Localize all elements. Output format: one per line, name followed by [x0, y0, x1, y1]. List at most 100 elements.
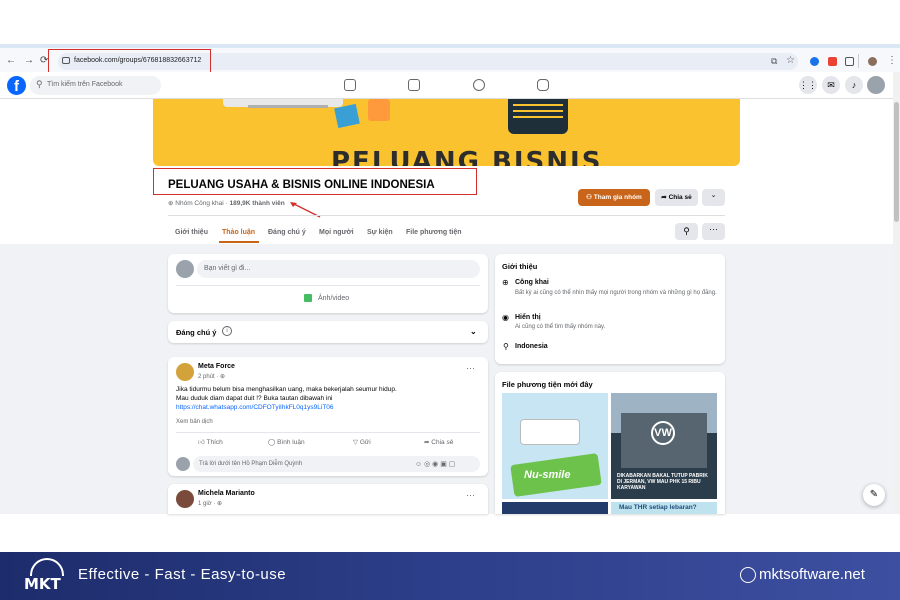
tab-discussion[interactable]: Thảo luận: [222, 229, 255, 236]
laptop-base: [248, 105, 328, 108]
composer-input[interactable]: Bạn viết gì đi...: [197, 260, 480, 278]
join-group-label: Tham gia nhóm: [593, 194, 642, 201]
browser-toolbar: ← → ⟳ facebook.com/groups/67681883266371…: [0, 44, 900, 74]
media-thumbnail-2[interactable]: VW DIKABARKAN BAKAL TUTUP PABRIK DI JERM…: [611, 393, 717, 499]
post-more-icon[interactable]: ···: [466, 363, 475, 373]
search-icon: ⚲: [683, 226, 690, 236]
group-name[interactable]: PELUANG USAHA & BISNIS ONLINE INDONESIA: [168, 179, 435, 191]
location-pin-icon: ⚲: [503, 342, 509, 351]
post-author-name[interactable]: Meta Force: [198, 363, 235, 370]
extension-icon-2[interactable]: [828, 57, 837, 66]
media-thumbnail-3[interactable]: [502, 502, 608, 514]
search-input[interactable]: Tìm kiếm trên Facebook: [47, 81, 122, 88]
send-icon: ▽: [353, 439, 360, 446]
composer-divider: [176, 285, 480, 286]
group-more-button[interactable]: ⌄: [702, 189, 725, 206]
tab-people[interactable]: Mọi người: [319, 229, 354, 236]
extension-icon[interactable]: [810, 57, 819, 66]
mkt-logo: MKT: [24, 558, 70, 594]
post-time[interactable]: 2 phút · ⊕: [198, 373, 225, 380]
about-location[interactable]: Indonesia: [515, 343, 548, 350]
search-box[interactable]: ⚲ Tìm kiếm trên Facebook: [30, 76, 161, 95]
post-author-avatar-2[interactable]: [176, 490, 194, 508]
chevron-down-icon[interactable]: ⌄: [470, 327, 477, 336]
comment-icon: ◯: [268, 439, 278, 446]
bookmark-star-icon[interactable]: ☆: [786, 55, 795, 66]
notifications-bell-icon[interactable]: ♪: [845, 76, 863, 94]
marketplace-icon[interactable]: [408, 79, 420, 91]
tab-featured[interactable]: Đáng chú ý: [268, 229, 306, 236]
footer-tagline: Effective - Fast - Easy-to-use: [78, 566, 287, 583]
featured-label: Đáng chú ý: [176, 328, 217, 337]
active-tab-indicator: [219, 241, 259, 243]
group-members-count[interactable]: 189,9K thành viên: [229, 200, 284, 207]
groups-icon[interactable]: [473, 79, 485, 91]
gaming-icon[interactable]: [537, 79, 549, 91]
group-meta: ⊕ Nhóm Công khai · 189,9K thành viên: [168, 199, 285, 207]
info-icon[interactable]: i: [222, 326, 232, 336]
messenger-icon[interactable]: ✉: [822, 76, 840, 94]
media-thumbnail-4[interactable]: Mau THR setiap lebaran?: [611, 502, 717, 514]
comment-label: Bình luận: [277, 439, 305, 446]
composer-placeholder: Bạn viết gì đi...: [204, 265, 251, 272]
reply-placeholder: Trả lời dưới tên Hồ Phạm Diễm Quỳnh: [199, 461, 303, 467]
send-label: Gửi: [359, 439, 371, 446]
comment-button[interactable]: ◯ Bình luận: [268, 438, 305, 446]
tab-media[interactable]: File phương tiện: [406, 229, 462, 236]
media-card: File phương tiện mới đây Nu-smile VW DIK…: [495, 372, 725, 514]
photo-video-button[interactable]: Ảnh/video: [318, 295, 349, 302]
mkt-logo-arc: [30, 558, 64, 576]
post-author-name-2[interactable]: Michela Marianto: [198, 490, 255, 497]
tab-about[interactable]: Giới thiệu: [175, 229, 208, 236]
media-title: File phương tiện mới đây: [502, 380, 593, 389]
about-visible-desc: Ai cũng có thể tìm thấy nhóm này.: [515, 324, 606, 330]
home-icon[interactable]: [344, 79, 356, 91]
see-translation-link[interactable]: Xem bản dịch: [176, 419, 213, 425]
search-icon: ⚲: [36, 79, 43, 89]
profile-icon[interactable]: [868, 57, 877, 66]
about-visible-title: Hiển thị: [515, 314, 541, 321]
globe-icon: [740, 567, 756, 583]
post-time-2[interactable]: 1 giờ · ⊕: [198, 500, 222, 507]
account-avatar[interactable]: [867, 76, 885, 94]
new-message-icon[interactable]: ✎: [863, 484, 885, 506]
forward-icon[interactable]: →: [24, 55, 34, 66]
post-more-icon-2[interactable]: ···: [466, 490, 475, 500]
brand-footer: MKT Effective - Fast - Easy-to-use mktso…: [0, 552, 900, 600]
facebook-header: f ⚲ Tìm kiếm trên Facebook ⋮⋮ ✉ ♪: [0, 72, 893, 99]
vw-logo-icon: VW: [651, 421, 675, 445]
install-icon[interactable]: ⧉: [771, 56, 777, 67]
like-button[interactable]: 👍︎ Thích: [198, 438, 223, 446]
about-title: Giới thiệu: [502, 262, 538, 271]
browser-menu-icon[interactable]: ⋮: [887, 55, 897, 66]
extensions-puzzle-icon[interactable]: [845, 57, 854, 66]
reply-input[interactable]: Trả lời dưới tên Hồ Phạm Diễm Quỳnh ☺ ◎ …: [193, 456, 480, 472]
back-icon[interactable]: ←: [6, 55, 16, 66]
post-time-text-2: 1 giờ ·: [198, 501, 216, 507]
pointer-arrow-icon: [290, 202, 321, 218]
footer-website[interactable]: mktsoftware.net: [759, 566, 865, 583]
post-card: Meta Force 2 phút · ⊕ ··· Jika tidurmu b…: [168, 357, 488, 476]
join-group-button[interactable]: ⚇ Tham gia nhóm: [578, 189, 650, 206]
facebook-logo[interactable]: f: [7, 76, 26, 95]
percent-tag-icon: [334, 103, 360, 129]
share-group-button[interactable]: ➦ Chia sẻ: [655, 189, 698, 206]
eye-icon: ◉: [502, 313, 509, 322]
post-text-line-2: Mau duduk diam dapat duit !? Buka tautan…: [176, 395, 333, 402]
send-button[interactable]: ▽ Gửi: [353, 438, 371, 446]
menu-grid-icon[interactable]: ⋮⋮: [799, 76, 817, 94]
about-public-title: Công khai: [515, 279, 549, 286]
group-search-button[interactable]: ⚲: [675, 223, 698, 240]
share-button[interactable]: ➦ Chia sẻ: [424, 438, 453, 446]
tabs-more-button[interactable]: ···: [702, 223, 725, 240]
media-thumbnail-1[interactable]: Nu-smile: [502, 393, 608, 499]
url-highlight-box: [48, 49, 211, 74]
tab-events[interactable]: Sự kiện: [367, 229, 393, 236]
post-divider: [176, 432, 480, 433]
post-author-avatar[interactable]: [176, 363, 194, 381]
featured-section[interactable]: Đáng chú ý i ⌄: [168, 321, 488, 343]
post-link[interactable]: https://chat.whatsapp.com/CDFOTyiIhkFL0q…: [176, 404, 334, 411]
emoji-icons[interactable]: ☺ ◎ ◉ ▣ ▢: [415, 460, 455, 468]
basket-stripe: [513, 110, 563, 112]
scrollbar-thumb[interactable]: [894, 102, 899, 222]
